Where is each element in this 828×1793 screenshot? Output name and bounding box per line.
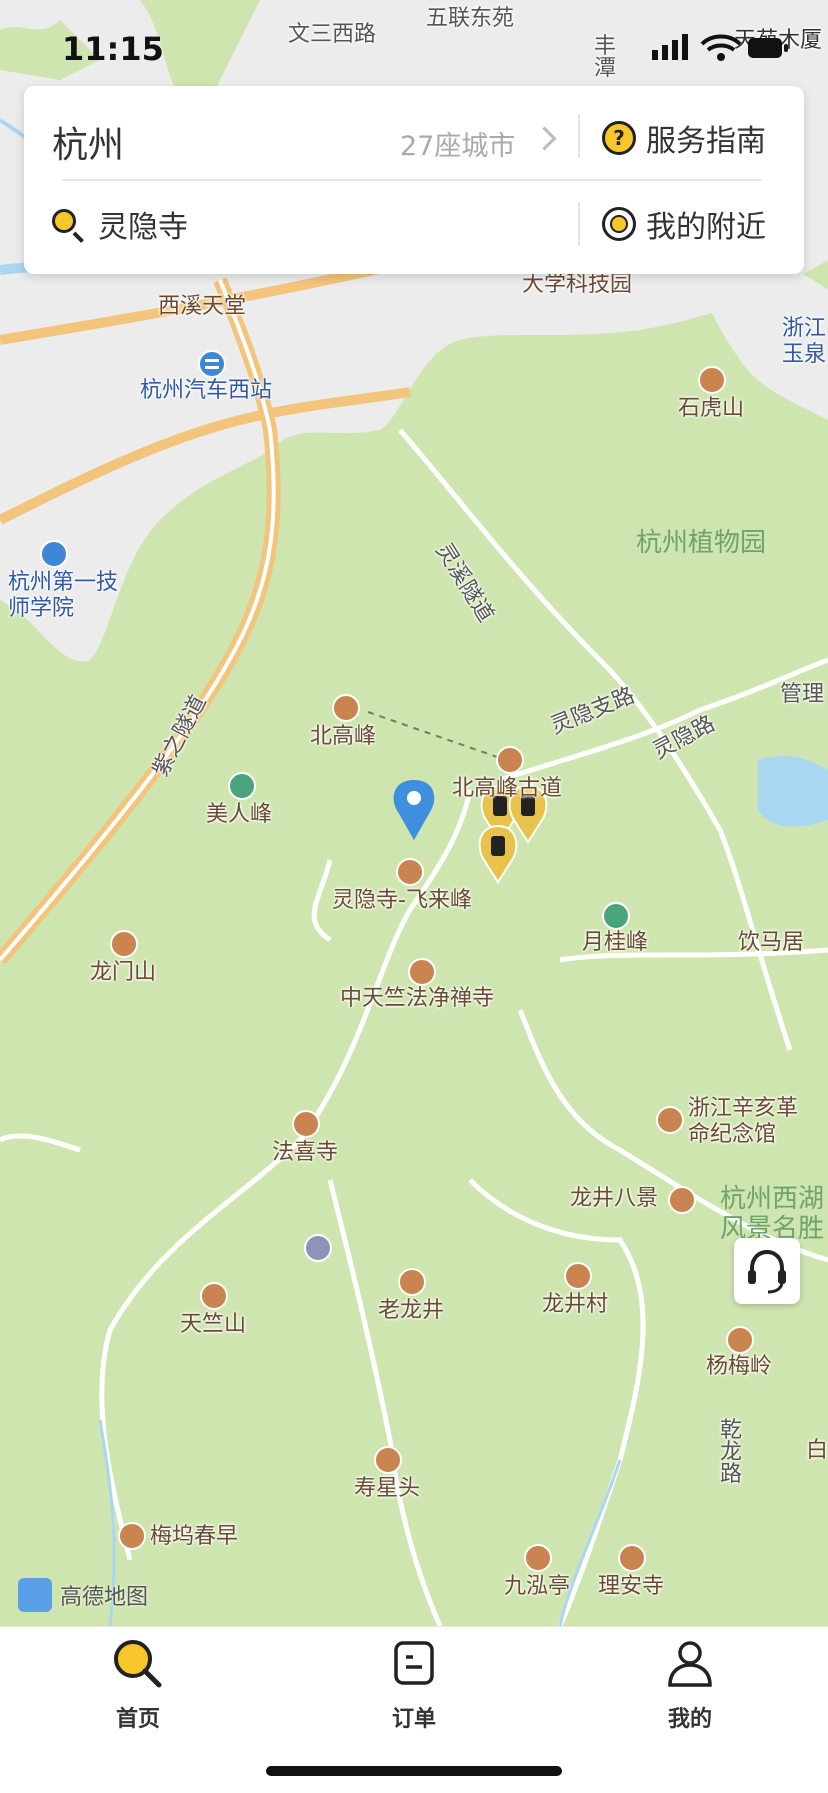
nearby-label: 我的附近 — [646, 210, 766, 245]
toilet-icon — [304, 1234, 332, 1262]
status-time: 11:15 — [62, 30, 164, 68]
map-attribution: 高德地图 — [18, 1578, 148, 1612]
scenic-spot-icon — [564, 1262, 592, 1290]
headset-icon — [748, 1249, 786, 1294]
search-text: 灵隐寺 — [98, 210, 188, 245]
battery-icon — [748, 38, 788, 58]
search-icon — [52, 209, 82, 239]
home-indicator — [266, 1766, 562, 1776]
user-icon — [668, 1641, 712, 1687]
school-icon — [40, 540, 68, 568]
amap-logo — [18, 1578, 52, 1612]
place-label: 北高峰 — [310, 724, 377, 749]
mountain-icon — [602, 902, 630, 930]
help-icon: ? — [602, 121, 636, 155]
road-label: 乾龙路 — [720, 1418, 743, 1487]
place-label: 梅坞春早 — [150, 1524, 239, 1549]
scenic-spot-icon — [332, 694, 360, 722]
mountain-icon — [228, 772, 256, 800]
place-label: 玉泉 — [782, 342, 827, 367]
tab-profile[interactable]: 我的 — [630, 1637, 750, 1733]
scenic-spot-icon — [110, 930, 138, 958]
place-label: 饮马居 — [738, 930, 805, 955]
signal-icon — [652, 34, 688, 60]
attribution-text: 高德地图 — [60, 1585, 149, 1610]
divider — [578, 202, 580, 246]
cabinet-marker-icon[interactable] — [478, 824, 518, 884]
scenic-spot-icon — [398, 1268, 426, 1296]
order-icon — [394, 1641, 434, 1685]
city-selector[interactable]: 杭州 — [52, 116, 124, 168]
nearby-button[interactable]: 我的附近 — [602, 202, 766, 246]
place-label: 月桂峰 — [582, 930, 649, 955]
place-label: 大学科技园 — [522, 272, 633, 297]
search-panel: 杭州 27座城市 ? 服务指南 灵隐寺 我的附近 — [24, 86, 804, 274]
place-label: 杭州第一技师学院 — [8, 570, 119, 621]
scenic-spot-icon — [496, 746, 524, 774]
museum-icon — [656, 1106, 684, 1134]
status-icons — [652, 34, 788, 61]
location-pin-icon[interactable] — [393, 780, 435, 840]
place-label: 寿星头 — [354, 1476, 421, 1501]
divider — [578, 114, 580, 158]
place-label: 美人峰 — [206, 802, 273, 827]
locate-icon — [602, 207, 636, 241]
place-label: 白 — [806, 1438, 828, 1463]
place-label: 北高峰古道 — [452, 776, 563, 801]
wifi-icon — [700, 34, 742, 61]
service-guide-button[interactable]: ? 服务指南 — [602, 116, 766, 160]
place-label: 浙江辛亥革命纪念馆 — [688, 1096, 799, 1147]
place-label: 管理 — [780, 682, 825, 707]
customer-service-button[interactable] — [734, 1238, 800, 1304]
scenic-spot-icon — [200, 1282, 228, 1310]
tab-home[interactable]: 首页 — [78, 1637, 198, 1733]
scenic-spot-icon — [374, 1446, 402, 1474]
divider — [62, 179, 762, 181]
scenic-spot-icon — [668, 1186, 696, 1214]
place-label: 杨梅岭 — [706, 1354, 773, 1379]
place-label: 龙井八景 — [570, 1186, 659, 1211]
place-label: 杭州汽车西站 — [140, 378, 273, 403]
place-label: 西溪天堂 — [158, 294, 247, 319]
city-count-link[interactable]: 27座城市 — [400, 124, 515, 163]
place-label: 老龙井 — [378, 1298, 445, 1323]
place-label: 九泓亭 — [504, 1574, 571, 1599]
status-bar: 11:15 — [0, 0, 828, 92]
chevron-right-icon[interactable] — [532, 126, 557, 151]
place-label: 杭州植物园 — [636, 528, 767, 558]
tab-orders-label: 订单 — [391, 1707, 436, 1732]
bus-station-icon — [198, 350, 226, 378]
temple-icon — [408, 958, 436, 986]
temple-icon — [618, 1544, 646, 1572]
search-icon — [114, 1640, 162, 1688]
scenic-spot-icon — [118, 1522, 146, 1550]
service-guide-label: 服务指南 — [646, 124, 766, 159]
place-label: 龙门山 — [90, 960, 157, 985]
tab-orders[interactable]: 订单 — [354, 1637, 474, 1733]
scenic-spot-icon — [396, 858, 424, 886]
place-label: 龙井村 — [542, 1292, 609, 1317]
scenic-spot-icon — [524, 1544, 552, 1572]
place-label: 理安寺 — [598, 1574, 665, 1599]
search-field[interactable]: 灵隐寺 — [52, 202, 188, 246]
place-label: 杭州西湖风景名胜 — [720, 1184, 825, 1244]
scenic-spot-icon — [698, 366, 726, 394]
tab-home-label: 首页 — [115, 1707, 160, 1732]
place-label: 浙江 — [782, 316, 827, 341]
temple-icon — [292, 1110, 320, 1138]
tab-profile-label: 我的 — [667, 1707, 712, 1732]
place-label: 中天竺法净禅寺 — [340, 986, 495, 1011]
place-label: 石虎山 — [678, 396, 745, 421]
place-label: 天竺山 — [180, 1312, 247, 1337]
place-label: 灵隐寺-飞来峰 — [332, 888, 472, 913]
place-label: 法喜寺 — [272, 1140, 339, 1165]
scenic-spot-icon — [726, 1326, 754, 1354]
